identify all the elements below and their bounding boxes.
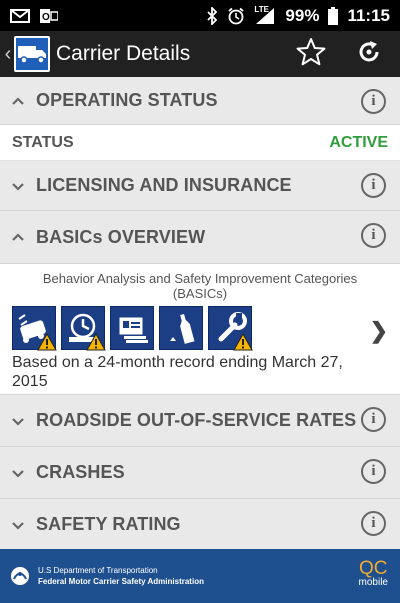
driver-fitness-icon[interactable] — [110, 306, 154, 350]
system-status-bar: O LTE 99% 11:15 — [0, 0, 400, 31]
chevron-down-icon — [0, 468, 36, 478]
truck-logo-icon[interactable] — [14, 36, 50, 72]
star-icon[interactable] — [296, 37, 326, 72]
operating-status-row: STATUS ACTIVE — [0, 125, 400, 161]
network-type-label: LTE — [254, 4, 269, 14]
section-title: BASICs OVERVIEW — [36, 226, 206, 247]
chevron-up-icon — [0, 232, 36, 242]
footer-agency: Federal Motor Carrier Safety Administrat… — [38, 577, 204, 586]
carrier-details-content: OPERATING STATUS i STATUS ACTIVE LICENSI… — [0, 77, 400, 551]
section-crashes[interactable]: CRASHES i — [0, 447, 400, 499]
chevron-down-icon — [0, 416, 36, 426]
battery-percent: 99% — [285, 5, 320, 25]
section-title: CRASHES — [36, 462, 125, 482]
basics-caption-line1: Behavior Analysis and Safety Improvement… — [42, 271, 358, 286]
status-value: ACTIVE — [329, 133, 388, 151]
info-icon[interactable]: i — [361, 407, 386, 432]
refresh-icon[interactable] — [356, 39, 382, 70]
section-operating-status[interactable]: OPERATING STATUS i — [0, 77, 400, 125]
vehicle-maintenance-icon[interactable] — [208, 306, 253, 351]
fmcsa-footer: U.S Department of Transportation Federal… — [0, 549, 400, 603]
fmcsa-agency-text: U.S Department of Transportation Federal… — [38, 565, 204, 587]
qc-brand-sub: mobile — [358, 577, 388, 588]
basics-caption: Behavior Analysis and Safety Improvement… — [0, 264, 400, 301]
clock: 11:15 — [347, 5, 390, 25]
section-title: LICENSING AND INSURANCE — [36, 175, 292, 195]
footer-department: U.S Department of Transportation — [38, 566, 158, 575]
signal-icon: LTE — [254, 4, 276, 25]
basic-icons-row — [12, 306, 253, 351]
dot-logo-icon — [10, 566, 30, 586]
back-icon[interactable]: ‹ — [2, 43, 14, 66]
bluetooth-icon — [206, 6, 218, 25]
chevron-up-icon — [0, 96, 36, 106]
info-icon[interactable]: i — [361, 173, 386, 198]
outlook-icon: O — [40, 8, 58, 24]
page-title: Carrier Details — [56, 42, 191, 65]
section-licensing-insurance[interactable]: LICENSING AND INSURANCE i — [0, 161, 400, 211]
svg-text:O: O — [42, 12, 50, 23]
record-period-note: Based on a 24-month record ending March … — [12, 354, 343, 390]
info-icon[interactable]: i — [361, 459, 386, 484]
hours-of-service-icon[interactable] — [61, 306, 106, 351]
section-safety-rating[interactable]: SAFETY RATING i — [0, 499, 400, 551]
info-icon[interactable]: i — [361, 223, 386, 248]
battery-icon — [328, 6, 339, 25]
gmail-icon — [10, 8, 30, 23]
section-title: OPERATING STATUS — [36, 90, 218, 110]
info-icon[interactable]: i — [361, 511, 386, 536]
qc-brand: QC — [359, 558, 388, 579]
info-icon[interactable]: i — [361, 89, 386, 114]
basics-caption-line2: (BASICs) — [172, 286, 228, 301]
basics-panel: Behavior Analysis and Safety Improvement… — [0, 264, 400, 395]
chevron-down-icon — [0, 520, 36, 530]
chevron-right-icon[interactable]: ❯ — [370, 318, 388, 344]
section-title: ROADSIDE OUT-OF-SERVICE RATES — [36, 410, 357, 430]
chevron-down-icon — [0, 181, 36, 191]
unsafe-driving-icon[interactable] — [12, 306, 57, 351]
app-action-bar: ‹ Carrier Details — [0, 31, 400, 77]
section-basics-overview[interactable]: BASICs OVERVIEW i — [0, 211, 400, 264]
status-label: STATUS — [12, 133, 74, 151]
alarm-icon — [227, 7, 245, 25]
controlled-substances-icon[interactable] — [159, 306, 203, 350]
section-roadside-oos-rates[interactable]: ROADSIDE OUT-OF-SERVICE RATES i — [0, 395, 400, 447]
section-title: SAFETY RATING — [36, 514, 181, 534]
qc-mobile-logo: QC mobile — [358, 558, 388, 590]
